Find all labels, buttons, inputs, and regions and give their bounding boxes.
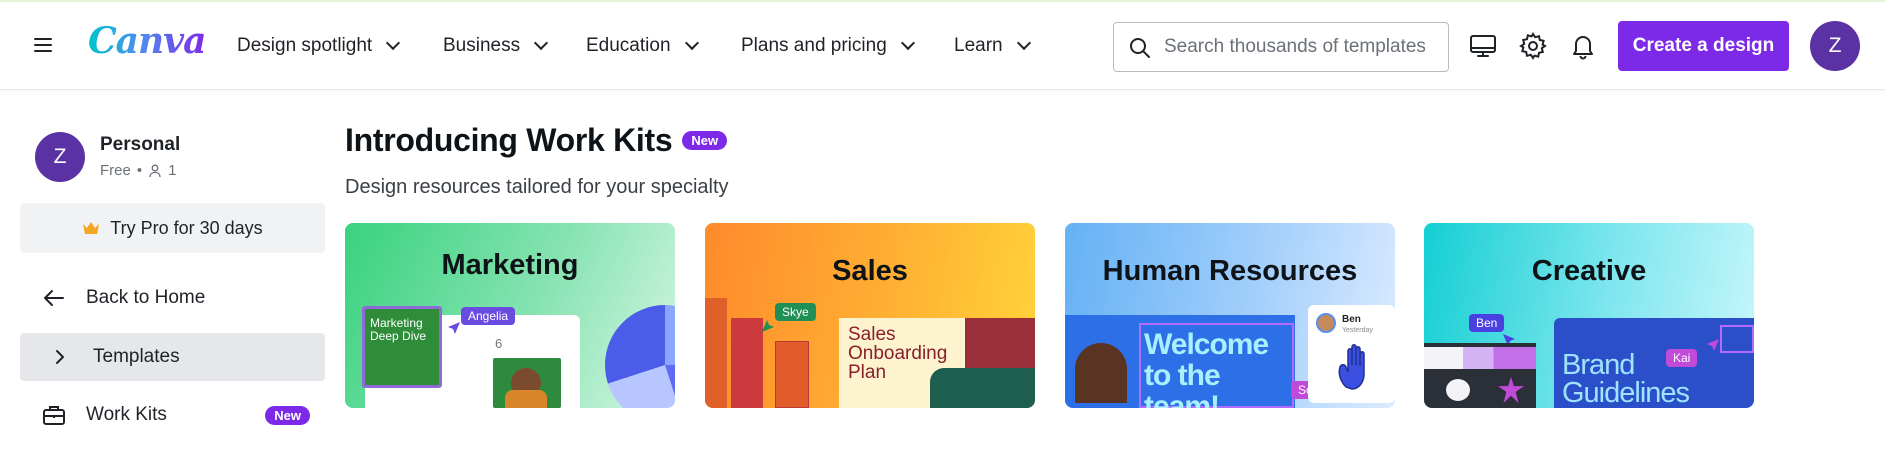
preview-photo	[930, 368, 1035, 408]
account-plan: Free • 1	[100, 162, 176, 179]
bell-icon[interactable]	[1567, 30, 1599, 62]
nav-education[interactable]: Education	[586, 2, 699, 90]
preview-bar	[775, 341, 809, 408]
preview-swatch-panel	[1424, 343, 1536, 408]
collaborator-chip: Ben	[1469, 314, 1505, 332]
create-design-button[interactable]: Create a design	[1618, 21, 1789, 71]
page-subtitle: Design resources tailored for your speci…	[345, 176, 729, 198]
chevron-down-icon	[684, 35, 699, 51]
chevron-down-icon	[1016, 35, 1031, 51]
nav-design-spotlight[interactable]: Design spotlight	[237, 2, 401, 90]
work-kit-card-marketing[interactable]: Marketing Marketing Deep Dive Angelia 6	[345, 223, 675, 408]
sidebar-item-label: Templates	[93, 346, 180, 367]
wave-hand-icon	[1338, 344, 1365, 390]
nav-label: Education	[586, 35, 671, 56]
search-box[interactable]	[1113, 22, 1449, 72]
search-icon	[1130, 38, 1150, 58]
preview-block	[965, 318, 1035, 368]
comment-time: Yesterday	[1342, 327, 1373, 334]
person-icon	[149, 164, 161, 177]
poster-text: Marketing Deep Dive	[370, 316, 427, 343]
collaborator-chip: Kai	[1666, 349, 1698, 367]
card-title: Sales	[832, 255, 908, 287]
poster-text: Welcome to the team!	[1139, 323, 1294, 408]
menu-icon[interactable]	[34, 36, 54, 54]
card-title: Marketing	[441, 249, 579, 281]
new-badge: New	[682, 131, 728, 150]
work-kit-card-sales[interactable]: Sales Skye Sales Onboarding Plan	[705, 223, 1035, 408]
sidebar-item-back-to-home[interactable]: Back to Home	[20, 274, 325, 322]
try-pro-label: Try Pro for 30 days	[110, 217, 263, 238]
crown-icon	[83, 222, 100, 234]
sidebar-item-work-kits[interactable]: Work Kits New	[20, 391, 325, 439]
arrow-left-icon	[42, 286, 66, 310]
nav-label: Plans and pricing	[741, 35, 887, 56]
nav-label: Learn	[954, 35, 1003, 56]
collaborator-chip: Angelia	[461, 307, 516, 325]
member-count: 1	[168, 162, 177, 179]
sidebar-item-label: Work Kits	[86, 404, 167, 425]
comment-card: Ben Yesterday	[1308, 305, 1395, 403]
page-number: 6	[495, 336, 503, 351]
chevron-right-icon	[48, 345, 72, 369]
preview-pie-chart	[605, 305, 675, 408]
desktop-icon[interactable]	[1467, 30, 1499, 62]
work-kit-card-human-resources[interactable]: Human Resources Welcome to the team! Son…	[1065, 223, 1395, 408]
collaborator-chip: Skye	[775, 303, 816, 321]
chevron-down-icon	[534, 35, 549, 51]
search-input[interactable]	[1164, 31, 1440, 63]
user-avatar[interactable]: Z	[1810, 21, 1860, 71]
nav-label: Business	[443, 35, 521, 56]
preview-logo-selection	[1720, 325, 1754, 353]
separator-dot: •	[136, 162, 143, 179]
nav-learn[interactable]: Learn	[954, 2, 1031, 90]
cursor-icon	[762, 320, 774, 332]
work-kit-card-creative[interactable]: Creative Ben Brand Guidelines Kai	[1424, 223, 1754, 408]
card-title: Creative	[1531, 255, 1647, 287]
card-title: Human Resources	[1102, 255, 1358, 287]
cursor-icon	[448, 322, 460, 334]
gear-icon[interactable]	[1517, 30, 1549, 62]
cursor-icon	[1707, 339, 1719, 351]
preview-bar	[731, 318, 763, 408]
preview-portrait	[1075, 343, 1127, 403]
nav-plans-and-pricing[interactable]: Plans and pricing	[741, 2, 915, 90]
try-pro-button[interactable]: Try Pro for 30 days	[20, 203, 325, 253]
nav-business[interactable]: Business	[443, 2, 549, 90]
page-title-row: Introducing Work Kits New	[345, 122, 728, 159]
chevron-down-icon	[900, 35, 915, 51]
sidebar-item-templates[interactable]: Templates	[20, 333, 325, 381]
sidebar-item-label: Back to Home	[86, 287, 206, 308]
page-title: Introducing Work Kits	[345, 122, 673, 158]
account-name: Personal	[100, 134, 181, 155]
top-header: Canva Design spotlight Business Educatio…	[0, 2, 1885, 90]
briefcase-icon	[42, 403, 66, 427]
canva-logo[interactable]: Canva	[88, 20, 206, 62]
account-avatar[interactable]: Z	[35, 132, 85, 182]
new-badge: New	[265, 405, 310, 425]
chevron-down-icon	[386, 35, 401, 51]
preview-poster: Marketing Deep Dive	[362, 306, 442, 388]
comment-author: Ben	[1342, 314, 1361, 325]
plan-label: Free	[100, 162, 131, 179]
preview-bar	[705, 298, 727, 408]
preview-photo	[493, 358, 561, 408]
nav-label: Design spotlight	[237, 35, 373, 56]
